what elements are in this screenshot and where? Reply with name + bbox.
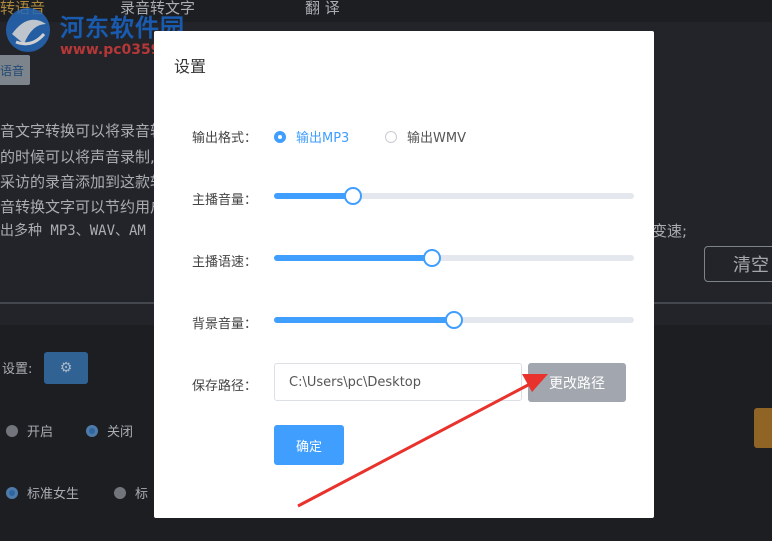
- host-volume-label: 主播音量：: [192, 193, 258, 208]
- output-format-label: 输出格式：: [192, 131, 258, 146]
- slider-handle[interactable]: [344, 187, 363, 205]
- host-speed-label: 主播语速：: [192, 255, 258, 270]
- settings-dialog: 设置 输出格式： 输出MP3 输出WMV 主播音量： 主播语速： 背景音量： 保…: [154, 31, 654, 518]
- bg-volume-label: 背景音量：: [192, 317, 258, 332]
- host-volume-slider[interactable]: [274, 187, 634, 205]
- dialog-title: 设置: [174, 57, 207, 76]
- slider-handle[interactable]: [445, 311, 463, 329]
- bg-volume-slider[interactable]: [274, 311, 634, 329]
- radio-icon: [385, 130, 397, 143]
- format-wmv-label: 输出WMV: [407, 131, 466, 146]
- radio-selected-icon: [274, 130, 286, 143]
- slider-handle[interactable]: [423, 249, 442, 267]
- format-mp3-label: 输出MP3: [296, 131, 350, 146]
- slider-fill: [274, 193, 354, 199]
- change-path-button[interactable]: 更改路径: [528, 363, 626, 402]
- format-mp3-radio[interactable]: 输出MP3: [274, 127, 349, 146]
- slider-fill: [274, 255, 433, 261]
- host-speed-slider[interactable]: [274, 249, 634, 267]
- save-path-label: 保存路径：: [192, 379, 258, 394]
- slider-fill: [274, 317, 454, 323]
- confirm-button[interactable]: 确定: [274, 425, 344, 465]
- format-wmv-radio[interactable]: 输出WMV: [385, 127, 466, 146]
- save-path-input[interactable]: C:\Users\pc\Desktop: [274, 363, 522, 401]
